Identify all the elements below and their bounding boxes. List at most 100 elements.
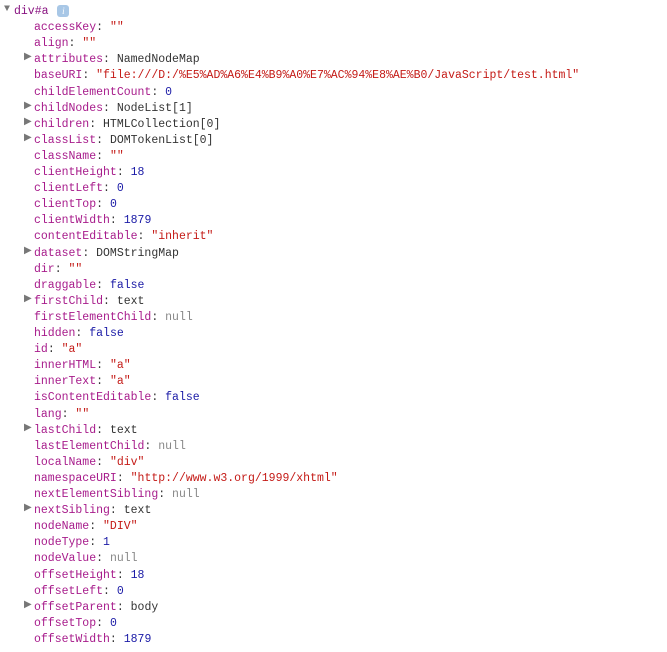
property-row[interactable]: ▶attributes: NamedNodeMap: [0, 52, 667, 68]
property-row[interactable]: localName: "div": [0, 455, 667, 471]
property-name: accessKey: [34, 21, 96, 34]
info-icon[interactable]: i: [57, 5, 69, 17]
expand-arrow-icon[interactable]: ▶: [24, 422, 34, 436]
property-row[interactable]: namespaceURI: "http://www.w3.org/1999/xh…: [0, 471, 667, 487]
property-name: children: [34, 118, 89, 131]
property-value: body: [131, 601, 159, 614]
property-row[interactable]: nodeName: "DIV": [0, 519, 667, 535]
colon-separator: :: [158, 488, 172, 501]
property-value: DOMStringMap: [96, 247, 179, 260]
property-name: dir: [34, 263, 55, 276]
property-name: className: [34, 150, 96, 163]
property-name: childNodes: [34, 102, 103, 115]
property-name: align: [34, 37, 69, 50]
property-value: DOMTokenList[0]: [110, 134, 214, 147]
property-name: innerHTML: [34, 359, 96, 372]
property-value: text: [110, 424, 138, 437]
colon-separator: :: [96, 279, 110, 292]
expand-arrow-icon[interactable]: ▶: [24, 599, 34, 613]
object-summary: div#a: [14, 5, 49, 18]
property-row[interactable]: clientHeight: 18: [0, 165, 667, 181]
property-row[interactable]: ▶classList: DOMTokenList[0]: [0, 133, 667, 149]
property-name: offsetHeight: [34, 569, 117, 582]
property-value: "DIV": [103, 520, 138, 533]
property-row[interactable]: innerHTML: "a": [0, 358, 667, 374]
property-row[interactable]: offsetHeight: 18: [0, 568, 667, 584]
property-value: null: [158, 440, 186, 453]
property-row[interactable]: dir: "": [0, 262, 667, 278]
property-row[interactable]: lastElementChild: null: [0, 439, 667, 455]
property-row[interactable]: clientTop: 0: [0, 197, 667, 213]
expand-arrow-icon[interactable]: ▶: [24, 132, 34, 146]
object-tree: ▼div#a iaccessKey: ""align: ""▶attribute…: [0, 4, 667, 648]
property-row[interactable]: ▶childNodes: NodeList[1]: [0, 101, 667, 117]
colon-separator: :: [96, 424, 110, 437]
property-row[interactable]: ▶nextSibling: text: [0, 503, 667, 519]
property-row[interactable]: lang: "": [0, 407, 667, 423]
property-row[interactable]: offsetTop: 0: [0, 616, 667, 632]
property-row[interactable]: baseURI: "file:///D:/%E5%AD%A6%E4%B9%A0%…: [0, 68, 667, 84]
property-row[interactable]: accessKey: "": [0, 20, 667, 36]
colon-separator: :: [117, 569, 131, 582]
colon-separator: :: [110, 633, 124, 646]
property-name: clientTop: [34, 198, 96, 211]
property-name: clientWidth: [34, 214, 110, 227]
colon-separator: :: [96, 456, 110, 469]
property-row[interactable]: id: "a": [0, 342, 667, 358]
property-name: childElementCount: [34, 86, 151, 99]
property-row[interactable]: ▶firstChild: text: [0, 294, 667, 310]
property-row[interactable]: offsetLeft: 0: [0, 584, 667, 600]
colon-separator: :: [151, 391, 165, 404]
property-name: id: [34, 343, 48, 356]
property-value: "file:///D:/%E5%AD%A6%E4%B9%A0%E7%AC%94%…: [96, 69, 579, 82]
property-row[interactable]: nodeType: 1: [0, 535, 667, 551]
colon-separator: :: [96, 375, 110, 388]
property-value: false: [89, 327, 124, 340]
property-row[interactable]: align: "": [0, 36, 667, 52]
expand-arrow-icon[interactable]: ▶: [24, 502, 34, 516]
property-row[interactable]: hidden: false: [0, 326, 667, 342]
expand-arrow-icon[interactable]: ▶: [24, 116, 34, 130]
property-row[interactable]: nodeValue: null: [0, 551, 667, 567]
expand-arrow-icon[interactable]: ▶: [24, 100, 34, 114]
property-row[interactable]: ▶offsetParent: body: [0, 600, 667, 616]
expand-arrow-icon[interactable]: ▼: [4, 3, 14, 17]
colon-separator: :: [89, 536, 103, 549]
property-row[interactable]: innerText: "a": [0, 374, 667, 390]
expand-arrow-icon[interactable]: ▶: [24, 51, 34, 65]
property-row[interactable]: clientWidth: 1879: [0, 213, 667, 229]
colon-separator: :: [151, 86, 165, 99]
colon-separator: :: [110, 214, 124, 227]
property-row[interactable]: draggable: false: [0, 278, 667, 294]
property-name: innerText: [34, 375, 96, 388]
colon-separator: :: [96, 552, 110, 565]
property-value: "": [69, 263, 83, 276]
property-value: text: [117, 295, 145, 308]
property-row[interactable]: clientLeft: 0: [0, 181, 667, 197]
colon-separator: :: [103, 295, 117, 308]
property-row[interactable]: contentEditable: "inherit": [0, 229, 667, 245]
property-row[interactable]: offsetWidth: 1879: [0, 632, 667, 648]
property-row[interactable]: childElementCount: 0: [0, 85, 667, 101]
object-header[interactable]: ▼div#a i: [0, 4, 667, 20]
colon-separator: :: [117, 166, 131, 179]
property-name: dataset: [34, 247, 82, 260]
colon-separator: :: [96, 21, 110, 34]
property-row[interactable]: ▶dataset: DOMStringMap: [0, 246, 667, 262]
property-row[interactable]: isContentEditable: false: [0, 390, 667, 406]
colon-separator: :: [110, 504, 124, 517]
property-value: 1879: [124, 633, 152, 646]
property-name: nextSibling: [34, 504, 110, 517]
property-value: "": [75, 408, 89, 421]
expand-arrow-icon[interactable]: ▶: [24, 293, 34, 307]
colon-separator: :: [117, 601, 131, 614]
property-row[interactable]: firstElementChild: null: [0, 310, 667, 326]
property-row[interactable]: ▶children: HTMLCollection[0]: [0, 117, 667, 133]
property-row[interactable]: ▶lastChild: text: [0, 423, 667, 439]
property-row[interactable]: nextElementSibling: null: [0, 487, 667, 503]
property-name: lang: [34, 408, 62, 421]
property-value: 1879: [124, 214, 152, 227]
property-row[interactable]: className: "": [0, 149, 667, 165]
property-value: null: [110, 552, 138, 565]
expand-arrow-icon[interactable]: ▶: [24, 245, 34, 259]
